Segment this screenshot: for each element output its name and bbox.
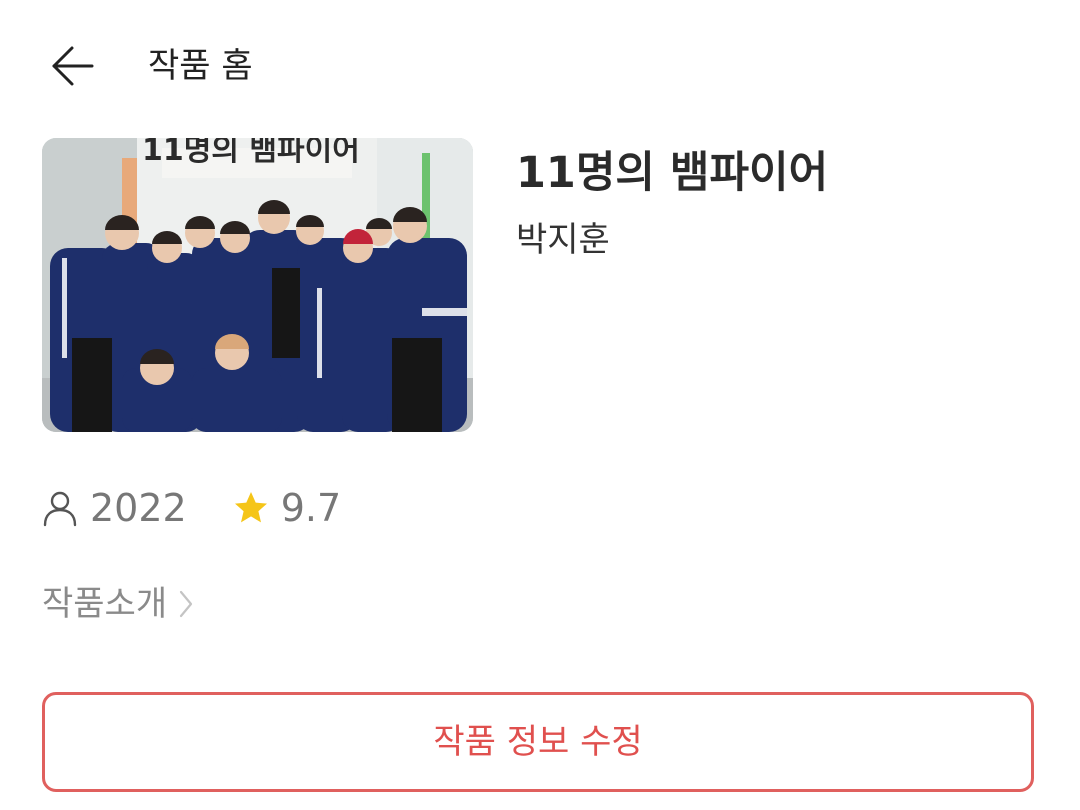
edit-work-info-button[interactable]: 작품 정보 수정 [42, 692, 1034, 792]
chevron-right-icon [180, 590, 193, 618]
year-text: 2022 [90, 486, 187, 530]
rating-info: 9.7 [231, 483, 341, 533]
work-intro-label: 작품소개 [42, 584, 168, 624]
cover-photo-sign: 11명의 뱀파이어 [142, 138, 360, 168]
edit-work-info-label: 작품 정보 수정 [433, 722, 643, 762]
work-intro-link[interactable]: 작품소개 [42, 580, 197, 628]
top-app-bar: 작품 홈 [0, 0, 1080, 130]
work-meta-row: 2022 9.7 [40, 482, 385, 534]
work-title: 11명의 뱀파이어 [516, 148, 829, 198]
year-info: 2022 [40, 483, 187, 533]
rating-text: 9.7 [280, 486, 342, 530]
cover-image: 11명의 뱀파이어 [42, 138, 473, 432]
back-button[interactable] [46, 40, 98, 92]
person-icon [43, 491, 77, 527]
arrow-left-icon [52, 46, 94, 86]
page-title: 작품 홈 [148, 46, 253, 86]
work-author: 박지훈 [516, 220, 610, 260]
work-home-screen: 작품 홈 11명의 뱀파이어 11명의 뱀파이어 박지훈 2022 9.7 작품… [0, 0, 1080, 810]
star-icon [234, 492, 267, 523]
